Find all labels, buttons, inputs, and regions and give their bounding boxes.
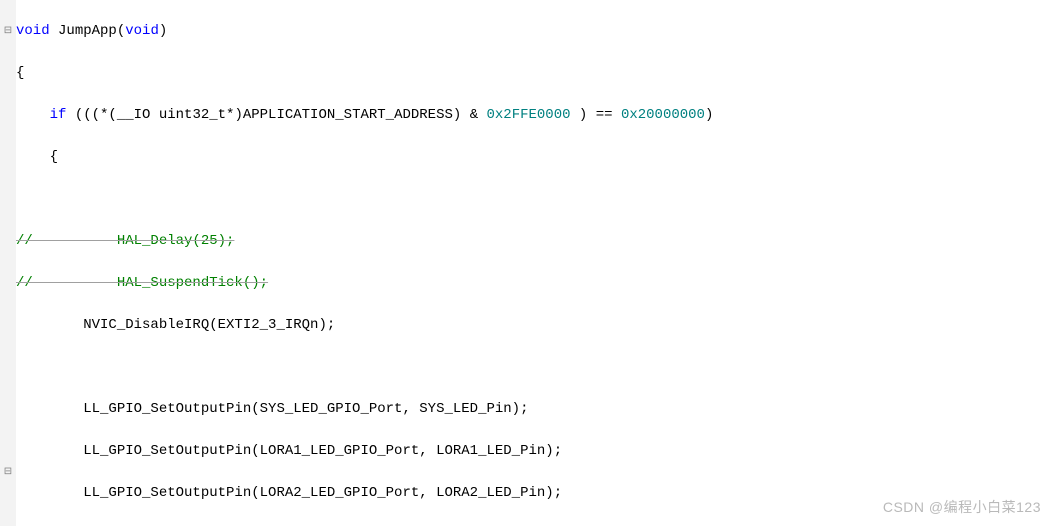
fold-marker[interactable]: [0, 147, 16, 168]
code-text: ): [705, 107, 713, 123]
fold-marker[interactable]: ⊟: [0, 21, 16, 42]
code-text: {: [16, 149, 58, 165]
code-line: {: [16, 147, 1053, 168]
fold-marker[interactable]: [0, 483, 16, 504]
fold-gutter: ⊟ ⊟: [0, 0, 16, 526]
fold-marker[interactable]: [0, 168, 16, 189]
code-text: LL_GPIO_SetOutputPin(LORA1_LED_GPIO_Port…: [16, 443, 562, 459]
code-text: NVIC_DisableIRQ(EXTI2_3_IRQn);: [16, 317, 335, 333]
code-line: // HAL_SuspendTick();: [16, 273, 1053, 294]
code-text: LL_GPIO_SetOutputPin(SYS_LED_GPIO_Port, …: [16, 401, 528, 417]
code-line: NVIC_DisableIRQ(EXTI2_3_IRQn);: [16, 315, 1053, 336]
fold-marker[interactable]: [0, 441, 16, 462]
code-line: // HAL_Delay(25);: [16, 231, 1053, 252]
code-text: LL_GPIO_SetOutputPin(LORA2_LED_GPIO_Port…: [16, 485, 562, 501]
code-line: LL_GPIO_SetOutputPin(LORA2_LED_GPIO_Port…: [16, 483, 1053, 504]
keyword: void: [125, 23, 159, 39]
fold-marker[interactable]: [0, 273, 16, 294]
code-line: [16, 189, 1053, 210]
fold-marker[interactable]: [0, 84, 16, 105]
comment: // HAL_Delay(25);: [16, 233, 234, 249]
keyword: if: [50, 107, 67, 123]
code-text: (((*(__IO uint32_t*)APPLICATION_START_AD…: [66, 107, 486, 123]
code-line: void JumpApp(void): [16, 21, 1053, 42]
fold-marker[interactable]: [0, 399, 16, 420]
code-line: LL_GPIO_SetOutputPin(SYS_LED_GPIO_Port, …: [16, 399, 1053, 420]
fold-marker[interactable]: [0, 504, 16, 525]
fold-marker[interactable]: [0, 42, 16, 63]
number: 0x2FFE0000: [487, 107, 571, 123]
code-editor: ⊟ ⊟ void JumpApp(void) { if (((*(__IO ui…: [0, 0, 1053, 526]
fold-marker[interactable]: [0, 105, 16, 126]
fold-marker[interactable]: [0, 63, 16, 84]
comment: // HAL_SuspendTick();: [16, 275, 268, 291]
fold-marker[interactable]: [0, 315, 16, 336]
code-text: {: [16, 65, 24, 81]
code-line: if (((*(__IO uint32_t*)APPLICATION_START…: [16, 105, 1053, 126]
fold-marker[interactable]: [0, 357, 16, 378]
code-text: ): [159, 23, 167, 39]
code-line: LL_GPIO_SetOutputPin(LORA1_LED_GPIO_Port…: [16, 441, 1053, 462]
code-line: {: [16, 63, 1053, 84]
fold-marker[interactable]: ⊟: [0, 462, 16, 483]
code-area[interactable]: void JumpApp(void) { if (((*(__IO uint32…: [16, 0, 1053, 526]
code-text: JumpApp: [50, 23, 117, 39]
code-text: ) ==: [571, 107, 621, 123]
fold-marker[interactable]: [0, 126, 16, 147]
fold-marker[interactable]: [0, 210, 16, 231]
fold-marker[interactable]: [0, 231, 16, 252]
code-line: [16, 357, 1053, 378]
keyword: void: [16, 23, 50, 39]
fold-marker[interactable]: [0, 189, 16, 210]
fold-marker[interactable]: [0, 294, 16, 315]
code-text: [16, 107, 50, 123]
code-text: (: [117, 23, 125, 39]
fold-marker[interactable]: [0, 252, 16, 273]
number: 0x20000000: [621, 107, 705, 123]
fold-marker[interactable]: [0, 378, 16, 399]
fold-marker[interactable]: [0, 336, 16, 357]
fold-marker[interactable]: [0, 420, 16, 441]
fold-marker[interactable]: [0, 0, 16, 21]
